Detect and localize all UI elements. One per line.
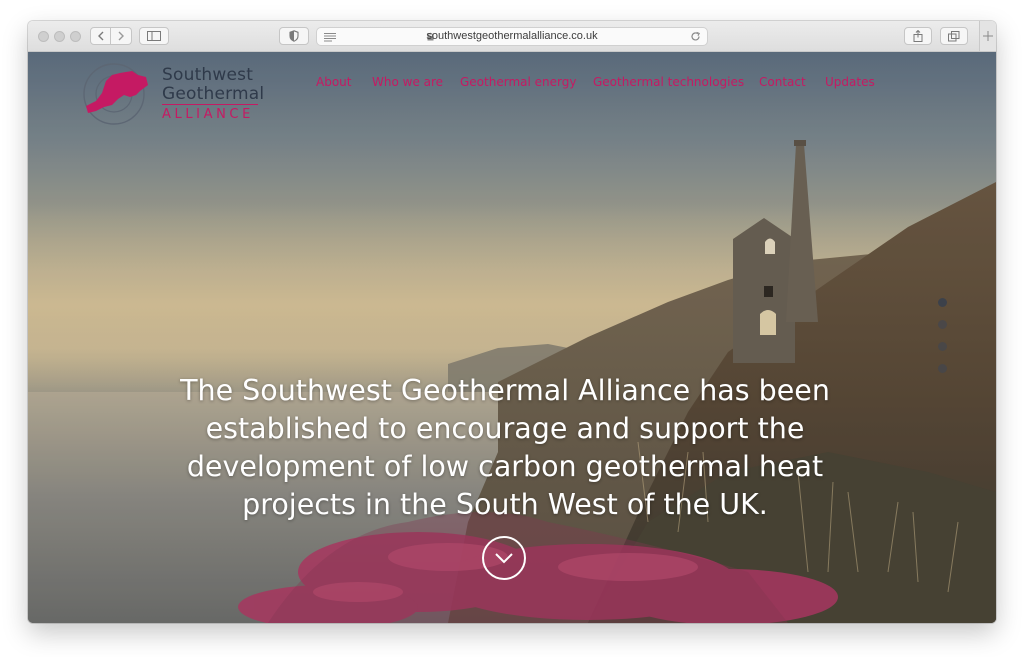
logo-line-3: ALLIANCE <box>162 107 254 122</box>
hero-line-3: development of low carbon geothermal hea… <box>186 450 824 483</box>
hero-line-1: The Southwest Geothermal Alliance has be… <box>180 374 830 407</box>
minimize-window-button[interactable] <box>54 31 65 42</box>
logo-line-2: Geothermal <box>162 84 265 104</box>
share-button[interactable] <box>904 27 932 45</box>
nav-geothermal-energy[interactable]: Geothermal energy <box>460 75 576 89</box>
hero-statement: The Southwest Geothermal Alliance has be… <box>138 372 872 524</box>
browser-toolbar: southwestgeothermalalliance.co.uk <box>28 21 996 52</box>
share-icon <box>913 30 923 42</box>
logo-line-1: Southwest <box>162 65 254 85</box>
site-logo[interactable]: Southwest Geothermal ALLIANCE <box>82 61 265 127</box>
new-tab-button[interactable] <box>979 21 996 51</box>
chevron-right-icon <box>118 31 124 41</box>
address-bar[interactable]: southwestgeothermalalliance.co.uk <box>316 27 708 46</box>
hero-line-4: projects in the South West of the UK. <box>242 488 768 521</box>
back-button[interactable] <box>90 27 111 45</box>
privacy-button[interactable] <box>279 27 309 45</box>
slide-dot[interactable] <box>938 364 947 373</box>
slide-dot[interactable] <box>938 342 947 351</box>
forward-button[interactable] <box>111 27 132 45</box>
nav-updates[interactable]: Updates <box>825 75 875 89</box>
plus-icon <box>983 31 993 41</box>
sidebar-icon <box>147 31 161 41</box>
tab-overview-button[interactable] <box>940 27 968 45</box>
nav-geothermal-technologies[interactable]: Geothermal technologies <box>593 75 744 89</box>
shield-icon <box>289 30 299 42</box>
slide-dot[interactable] <box>938 298 947 307</box>
slide-dot[interactable] <box>938 320 947 329</box>
nav-about[interactable]: About <box>316 75 351 89</box>
map-region-icon <box>83 63 148 125</box>
reload-icon[interactable] <box>690 31 701 42</box>
url-text: southwestgeothermalalliance.co.uk <box>426 30 598 42</box>
logo-divider <box>162 104 258 105</box>
web-page: Southwest Geothermal ALLIANCE About Who … <box>28 52 996 623</box>
chevron-down-circle-icon <box>495 553 513 564</box>
chevron-left-icon <box>97 31 103 41</box>
zoom-window-button[interactable] <box>70 31 81 42</box>
nav-who-we-are[interactable]: Who we are <box>372 75 443 89</box>
browser-window: southwestgeothermalalliance.co.uk Southw… <box>28 21 996 623</box>
hero-line-2: established to encourage and support the <box>205 412 805 445</box>
scroll-down-button[interactable] <box>482 536 526 580</box>
tabs-icon <box>948 30 960 41</box>
sidebar-button[interactable] <box>139 27 169 45</box>
close-window-button[interactable] <box>38 31 49 42</box>
nav-contact[interactable]: Contact <box>759 75 806 89</box>
